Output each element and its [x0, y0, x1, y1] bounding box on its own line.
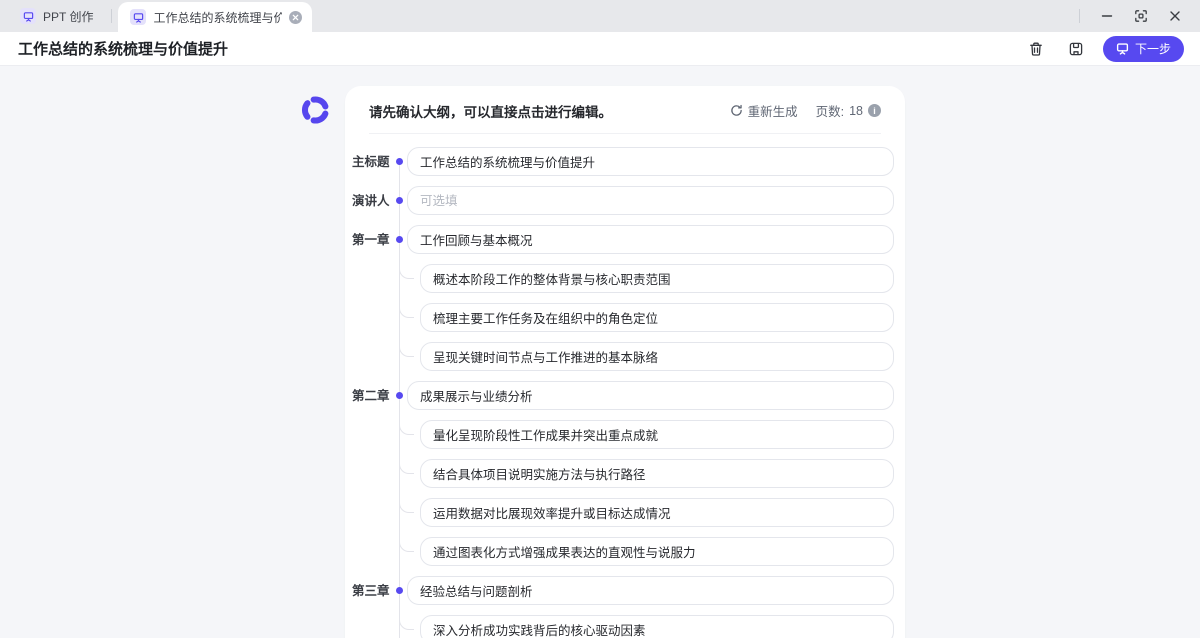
tab-close-icon[interactable]: [289, 11, 302, 24]
tree-node-dot: [396, 158, 403, 165]
outline-item-input[interactable]: [420, 459, 894, 488]
outline-row: 第二章: [345, 381, 905, 420]
outline-row: 第一章: [345, 225, 905, 264]
outline-row: [345, 264, 905, 303]
outline-item-input[interactable]: [407, 225, 894, 254]
document-header: 工作总结的系统梳理与价值提升 下一步: [0, 32, 1200, 66]
outline-item-input[interactable]: [420, 303, 894, 332]
tab-label: PPT 创作: [43, 8, 93, 25]
tree-node-dot: [396, 392, 403, 399]
outline-row: [345, 303, 905, 342]
presentation-icon: [20, 8, 36, 24]
tree-branch-connector: [399, 259, 414, 279]
outline-row: [345, 342, 905, 381]
outline-row-label: 演讲人: [352, 193, 394, 209]
page-count-label: 页数:: [816, 101, 844, 120]
tree-branch-connector: [399, 415, 414, 435]
outline-item-input[interactable]: [420, 420, 894, 449]
tab-bar: PPT 创作 工作总结的系统梳理与价值...: [0, 0, 1200, 32]
window-controls-separator: [1079, 9, 1080, 23]
outline-item-input[interactable]: [420, 615, 894, 638]
tree-node-dot: [396, 587, 403, 594]
tab-current-document[interactable]: 工作总结的系统梳理与价值...: [118, 2, 312, 32]
main-area: 请先确认大纲，可以直接点击进行编辑。 重新生成 页数: 18 i 主标题: [0, 66, 1200, 638]
tree-branch-connector: [399, 454, 414, 474]
outline-item-input[interactable]: [420, 498, 894, 527]
outline-row-label: 第三章: [352, 583, 394, 599]
outline-row: 第三章: [345, 576, 905, 615]
page-count: 页数: 18 i: [816, 101, 881, 120]
outline-item-input[interactable]: [407, 576, 894, 605]
outline-row: [345, 615, 905, 638]
outline-row-label: 主标题: [352, 154, 394, 170]
refresh-icon: [730, 104, 743, 117]
tree-branch-connector: [399, 298, 414, 318]
outline-row: [345, 537, 905, 576]
tree-branch-connector: [399, 532, 414, 552]
tree-branch-connector: [399, 337, 414, 357]
tab-label: 工作总结的系统梳理与价值...: [153, 9, 282, 26]
card-header-actions: 重新生成 页数: 18 i: [730, 101, 881, 120]
outline-item-input[interactable]: [420, 264, 894, 293]
outline-tree: 主标题 演讲人 第一章 第二章: [345, 134, 905, 638]
outline-card: 请先确认大纲，可以直接点击进行编辑。 重新生成 页数: 18 i 主标题: [345, 86, 905, 638]
outline-card-header: 请先确认大纲，可以直接点击进行编辑。 重新生成 页数: 18 i: [345, 86, 905, 133]
outline-row: [345, 459, 905, 498]
info-icon[interactable]: i: [868, 104, 881, 117]
tree-node-dot: [396, 197, 403, 204]
outline-item-input[interactable]: [407, 147, 894, 176]
outline-item-input[interactable]: [407, 381, 894, 410]
page-count-value: 18: [849, 104, 863, 118]
tree-branch-connector: [399, 493, 414, 513]
next-step-label: 下一步: [1135, 40, 1171, 57]
header-actions: 下一步: [1023, 36, 1184, 62]
outline-row-label: 第一章: [352, 232, 394, 248]
fullscreen-button[interactable]: [1128, 3, 1154, 29]
outline-item-input[interactable]: [420, 537, 894, 566]
window-controls: [1079, 0, 1200, 32]
close-window-button[interactable]: [1162, 3, 1188, 29]
save-draft-button[interactable]: [1063, 36, 1089, 62]
outline-row: 演讲人: [345, 186, 905, 225]
outline-row: 主标题: [345, 147, 905, 186]
next-step-button[interactable]: 下一步: [1103, 36, 1184, 62]
presentation-icon: [130, 9, 146, 25]
tree-branch-connector: [399, 610, 414, 630]
tab-ppt-create[interactable]: PPT 创作: [0, 0, 111, 32]
outline-row: [345, 420, 905, 459]
outline-item-input[interactable]: [420, 342, 894, 371]
presentation-icon: [1116, 42, 1129, 55]
tab-separator: [111, 9, 112, 23]
confirm-outline-hint: 请先确认大纲，可以直接点击进行编辑。: [369, 101, 612, 121]
outline-row-label: 第二章: [352, 388, 394, 404]
assistant-logo-icon: [299, 93, 332, 127]
outline-rows: 主标题 演讲人 第一章 第二章: [345, 147, 905, 638]
page-title: 工作总结的系统梳理与价值提升: [18, 38, 228, 59]
tree-node-dot: [396, 236, 403, 243]
regenerate-button[interactable]: 重新生成: [730, 101, 798, 120]
outline-row: [345, 498, 905, 537]
regenerate-label: 重新生成: [748, 101, 798, 120]
delete-button[interactable]: [1023, 36, 1049, 62]
minimize-button[interactable]: [1094, 3, 1120, 29]
outline-item-input[interactable]: [407, 186, 894, 215]
